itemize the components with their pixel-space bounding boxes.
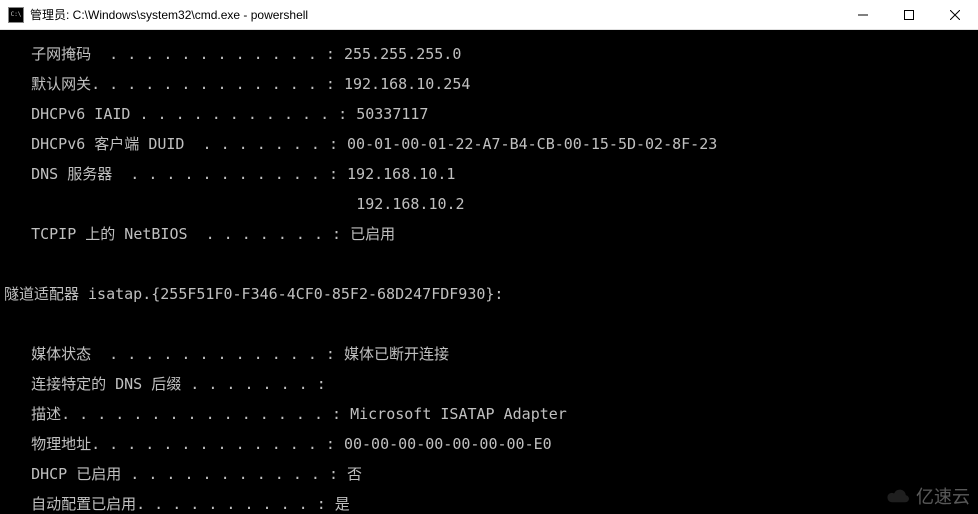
label: 媒体状态 . . . . . . . . . . . . : <box>4 345 344 363</box>
terminal-output[interactable]: 子网掩码 . . . . . . . . . . . . : 255.255.2… <box>0 30 978 514</box>
value: 255.255.255.0 <box>344 45 461 63</box>
cloud-icon <box>884 488 912 506</box>
tunnel-adapter-header: 隧道适配器 isatap.{255F51F0-F346-4CF0-85F2-68… <box>4 287 974 302</box>
label: TCPIP 上的 NetBIOS . . . . . . . : <box>4 225 350 243</box>
value: 00-00-00-00-00-00-00-E0 <box>344 435 552 453</box>
label: 默认网关. . . . . . . . . . . . . : <box>4 75 344 93</box>
watermark-text: 亿速云 <box>916 490 970 505</box>
value: 否 <box>347 465 362 483</box>
value: 已启用 <box>350 225 395 243</box>
label: 物理地址. . . . . . . . . . . . . : <box>4 435 344 453</box>
label: 子网掩码 . . . . . . . . . . . . : <box>4 45 344 63</box>
maximize-button[interactable] <box>886 0 932 30</box>
value: 192.168.10.1 <box>347 165 455 183</box>
label: DHCPv6 IAID . . . . . . . . . . . : <box>4 105 356 123</box>
cmd-icon <box>8 7 24 23</box>
label: DNS 服务器 . . . . . . . . . . . : <box>4 165 347 183</box>
value: 50337117 <box>356 105 428 123</box>
label: 描述. . . . . . . . . . . . . . . : <box>4 405 350 423</box>
label: DHCP 已启用 . . . . . . . . . . . : <box>4 465 347 483</box>
minimize-button[interactable] <box>840 0 886 30</box>
watermark: 亿速云 <box>884 488 970 506</box>
value: 媒体已断开连接 <box>344 345 449 363</box>
value: 192.168.10.2 <box>4 197 974 212</box>
value: 192.168.10.254 <box>344 75 470 93</box>
value: Microsoft ISATAP Adapter <box>350 405 567 423</box>
window-controls <box>840 0 978 30</box>
value: 00-01-00-01-22-A7-B4-CB-00-15-5D-02-8F-2… <box>347 135 717 153</box>
close-button[interactable] <box>932 0 978 30</box>
titlebar[interactable]: 管理员: C:\Windows\system32\cmd.exe - power… <box>0 0 978 30</box>
label: DHCPv6 客户端 DUID . . . . . . . : <box>4 135 347 153</box>
value: 是 <box>335 495 350 513</box>
label: 自动配置已启用. . . . . . . . . . : <box>4 495 335 513</box>
label: 连接特定的 DNS 后缀 . . . . . . . : <box>4 377 974 392</box>
cmd-window: 管理员: C:\Windows\system32\cmd.exe - power… <box>0 0 978 514</box>
window-title: 管理员: C:\Windows\system32\cmd.exe - power… <box>30 6 840 23</box>
